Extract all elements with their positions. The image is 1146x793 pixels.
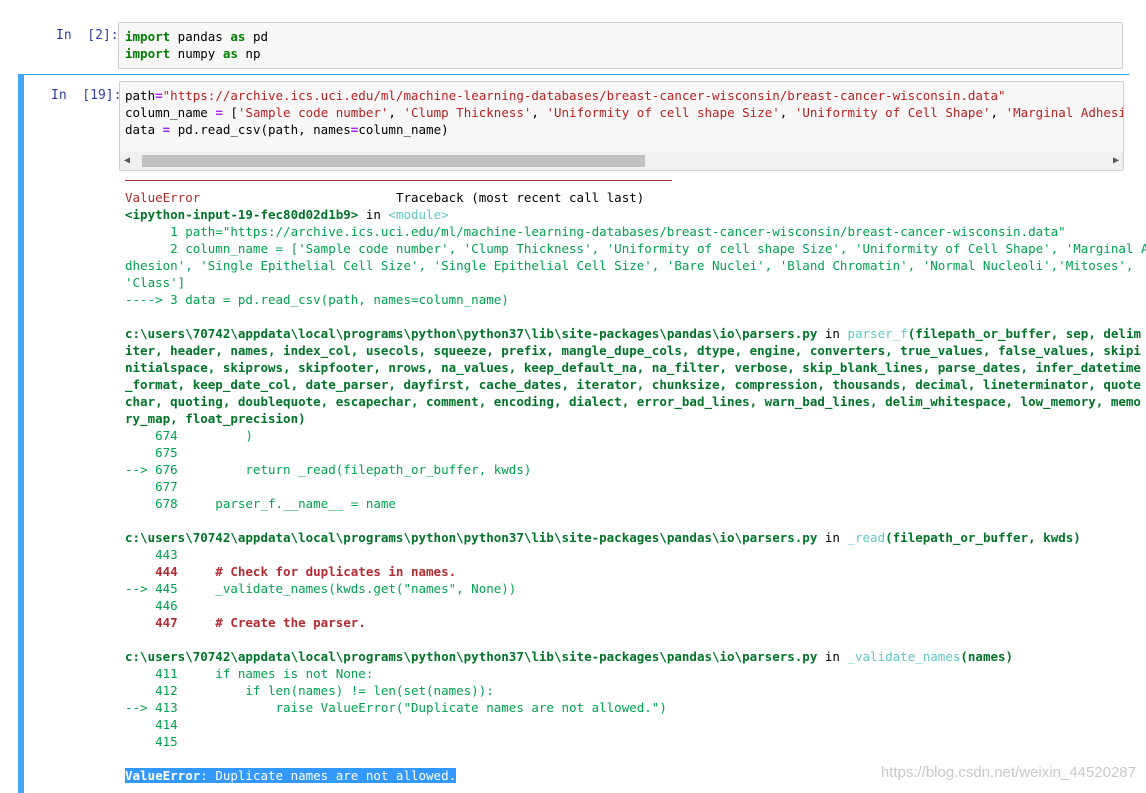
frame-args: iter, header, names, index_col, usecols,… bbox=[125, 343, 1141, 358]
source-line: 443 bbox=[125, 547, 178, 562]
frame-args: nitialspace, skiprows, skipfooter, nrows… bbox=[125, 360, 1141, 375]
frame-args: (filepath_or_buffer, sep, delim bbox=[907, 326, 1141, 341]
source-line: 444 # Check for duplicates in names. bbox=[125, 564, 457, 579]
watermark: https://blog.csdn.net/weixin_44520287 bbox=[880, 764, 1136, 781]
source-line: 412 if len(names) != len(set(names)): bbox=[125, 683, 494, 698]
source-line: 678 parser_f.__name__ = name bbox=[125, 496, 396, 511]
source-line: 446 bbox=[125, 598, 178, 613]
source-line: 415 bbox=[125, 734, 178, 749]
horizontal-scrollbar[interactable]: ◀ ▶ bbox=[120, 152, 1123, 170]
code-editor[interactable]: path="https://archive.ics.uci.edu/ml/mac… bbox=[125, 87, 1123, 138]
source-line-current: --> 676 return _read(filepath_or_buffer,… bbox=[125, 462, 532, 477]
source-line: 414 bbox=[125, 717, 178, 732]
frame-path: c:\users\70742\appdata\local\programs\py… bbox=[125, 530, 818, 545]
frame-function: parser_f bbox=[847, 326, 908, 341]
final-error-name: ValueError bbox=[125, 768, 201, 783]
notebook-cell-1[interactable]: In [2]: import pandas as pd import numpy… bbox=[18, 18, 1128, 78]
cell-prompt: In [2]: bbox=[56, 28, 119, 43]
code-editor[interactable]: import pandas as pd import numpy as np bbox=[125, 28, 268, 62]
frame-location: <ipython-input-19-fec80d02d1b9> bbox=[125, 207, 359, 222]
scrollbar-thumb[interactable] bbox=[142, 155, 645, 167]
scroll-right-arrow-icon[interactable]: ▶ bbox=[1113, 155, 1119, 166]
frame-function: <module> bbox=[388, 207, 449, 222]
frame-args: ry_map, float_precision) bbox=[125, 411, 306, 426]
traceback-header: Traceback (most recent call last) bbox=[395, 190, 645, 205]
source-line: 1 path="https://archive.ics.uci.edu/ml/m… bbox=[125, 224, 1066, 239]
cell-prompt: In [19]: bbox=[51, 88, 122, 103]
frame-args: (names) bbox=[960, 649, 1014, 664]
frame-function: _validate_names bbox=[847, 649, 961, 664]
source-line: 411 if names is not None: bbox=[125, 666, 374, 681]
source-line: 'Class'] bbox=[125, 275, 186, 290]
scroll-left-arrow-icon[interactable]: ◀ bbox=[124, 155, 130, 166]
frame-function: _read bbox=[847, 530, 886, 545]
source-line: 677 bbox=[125, 479, 178, 494]
frame-path: c:\users\70742\appdata\local\programs\py… bbox=[125, 326, 818, 341]
source-line: 675 bbox=[125, 445, 178, 460]
code-input-area[interactable]: import pandas as pd import numpy as np bbox=[118, 22, 1123, 69]
source-line: dhesion', 'Single Epithelial Cell Size',… bbox=[125, 258, 1134, 273]
error-name: ValueError bbox=[125, 190, 201, 205]
frame-path: c:\users\70742\appdata\local\programs\py… bbox=[125, 649, 818, 664]
final-error-message: : Duplicate names are not allowed. bbox=[200, 768, 457, 783]
source-line: 447 # Create the parser. bbox=[125, 615, 366, 630]
frame-args: _format, keep_date_col, date_parser, day… bbox=[125, 377, 1141, 392]
source-line-current: ----> 3 data = pd.read_csv(path, names=c… bbox=[125, 292, 509, 307]
source-line-current: --> 445 _validate_names(kwds.get("names"… bbox=[125, 581, 517, 596]
frame-args: char, quoting, doublequote, escapechar, … bbox=[125, 394, 1141, 409]
code-input-area[interactable]: path="https://archive.ics.uci.edu/ml/mac… bbox=[119, 81, 1124, 171]
traceback-output: ValueError Traceback (most recent call l… bbox=[125, 190, 1146, 783]
frame-in-label: in bbox=[365, 207, 381, 222]
source-line: 674 ) bbox=[125, 428, 253, 443]
source-line: 2 column_name = ['Sample code number', '… bbox=[125, 241, 1146, 256]
notebook-cell-2[interactable]: In [19]: path="https://archive.ics.uci.e… bbox=[18, 74, 1146, 793]
frame-args: (filepath_or_buffer, kwds) bbox=[885, 530, 1081, 545]
source-line-current: --> 413 raise ValueError("Duplicate name… bbox=[125, 700, 667, 715]
